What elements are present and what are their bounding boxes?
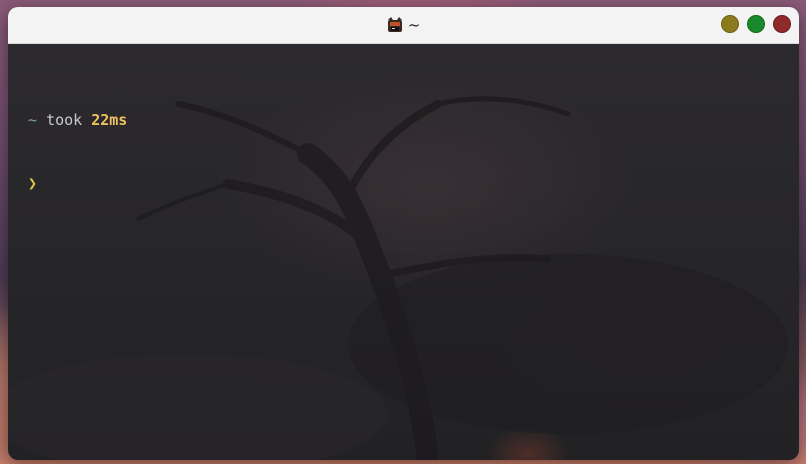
status-line: ~ took 22ms bbox=[28, 110, 127, 131]
terminal-cat-icon bbox=[387, 17, 403, 33]
input-line[interactable]: ❯ bbox=[28, 173, 127, 194]
minimize-button[interactable] bbox=[721, 15, 739, 33]
close-button[interactable] bbox=[773, 15, 791, 33]
took-label: took bbox=[46, 111, 83, 129]
title-bar[interactable]: ~ bbox=[8, 7, 799, 44]
prompt-caret: ❯ bbox=[28, 174, 38, 192]
window-title-text: ~ bbox=[407, 16, 421, 34]
terminal-area[interactable]: ~ took 22ms ❯ bbox=[8, 44, 799, 460]
terminal-window[interactable]: ~ ~ took 22ms ❯ bbox=[8, 7, 799, 460]
window-controls bbox=[721, 15, 791, 33]
maximize-button[interactable] bbox=[747, 15, 765, 33]
window-title: ~ bbox=[8, 7, 799, 43]
terminal-output: ~ took 22ms ❯ bbox=[28, 68, 127, 236]
command-duration: 22ms bbox=[91, 111, 128, 129]
current-directory: ~ bbox=[28, 111, 38, 129]
